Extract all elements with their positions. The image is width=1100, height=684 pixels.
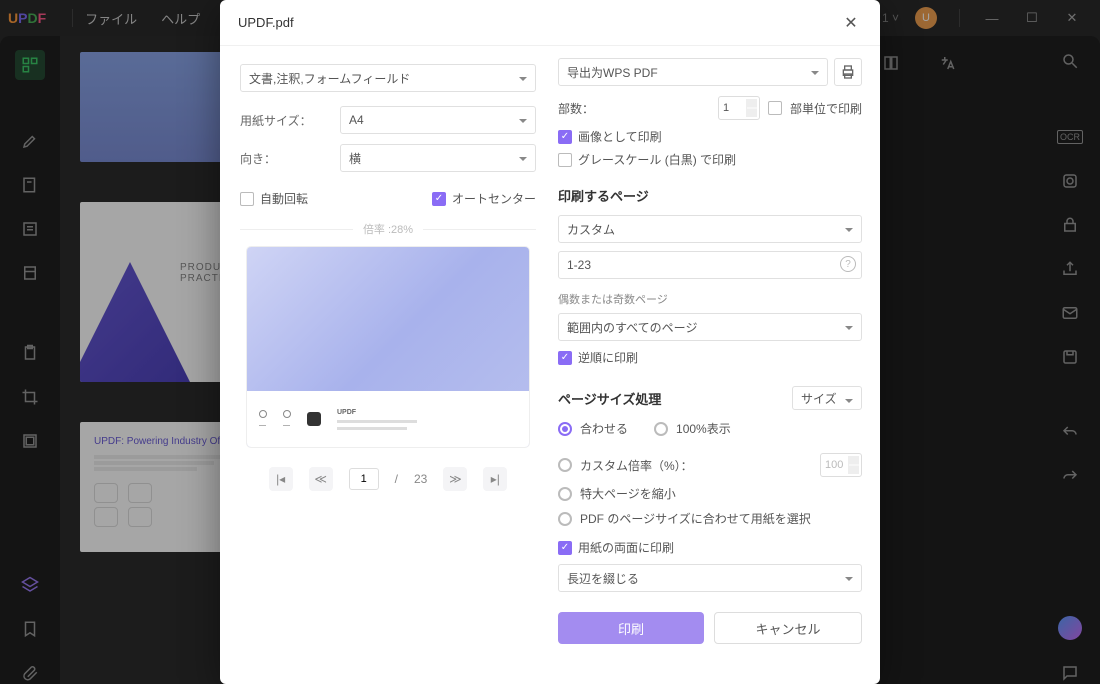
pager-total: 23 <box>414 472 427 486</box>
custom-scale-label: カスタム倍率（%）： <box>580 457 812 474</box>
custom-scale-input[interactable]: 100 <box>820 453 862 477</box>
copies-input[interactable]: 1 <box>718 96 760 120</box>
cancel-button[interactable]: キャンセル <box>714 612 862 644</box>
print-right-panel: 导出为WPS PDF 部数： 1 部単位で印刷 画像として印刷 グレースケール … <box>550 46 880 684</box>
full100-radio[interactable] <box>654 422 668 436</box>
pager-last[interactable]: ▸| <box>483 467 507 491</box>
pager-sep: / <box>395 472 398 486</box>
odd-even-label: 偶数または奇数ページ <box>558 291 862 307</box>
print-button[interactable]: 印刷 <box>558 612 704 644</box>
print-preview: — — UPDF <box>247 247 529 447</box>
grayscale-label: グレースケール (白黒) で印刷 <box>578 151 736 168</box>
auto-rotate-checkbox[interactable] <box>240 192 254 206</box>
duplex-checkbox[interactable] <box>558 541 572 555</box>
collate-checkbox[interactable] <box>768 101 782 115</box>
modal-title: UPDF.pdf <box>238 15 294 30</box>
pager-first[interactable]: |◂ <box>269 467 293 491</box>
print-dialog: UPDF.pdf ✕ 文書,注釈,フォームフィールド 用紙サイズ： A4 向き：… <box>220 0 880 684</box>
choose-paper-label: PDF のページサイズに合わせて用紙を選択 <box>580 510 811 527</box>
auto-center-checkbox[interactable] <box>432 192 446 206</box>
fit-label: 合わせる <box>580 420 628 437</box>
pages-mode-select[interactable]: カスタム <box>558 215 862 243</box>
shrink-radio[interactable] <box>558 487 572 501</box>
size-mode-select[interactable]: サイズ <box>792 386 862 410</box>
print-as-image-label: 画像として印刷 <box>578 128 662 145</box>
info-icon[interactable]: ? <box>840 256 856 272</box>
orientation-label: 向き： <box>240 150 340 167</box>
copies-label: 部数： <box>558 100 710 117</box>
print-as-image-checkbox[interactable] <box>558 130 572 144</box>
preview-pager: |◂ ≪ / 23 ≫ ▸| <box>240 467 536 491</box>
odd-even-select[interactable]: 範囲内のすべてのページ <box>558 313 862 341</box>
pages-section-title: 印刷するページ <box>558 186 862 205</box>
zoom-label: 倍率 :28% <box>353 221 423 237</box>
orientation-select[interactable]: 横 <box>340 144 536 172</box>
paper-size-label: 用紙サイズ： <box>240 112 340 129</box>
full100-label: 100%表示 <box>676 420 731 437</box>
binding-select[interactable]: 長辺を綴じる <box>558 564 862 592</box>
reverse-label: 逆順に印刷 <box>578 349 638 366</box>
grayscale-checkbox[interactable] <box>558 153 572 167</box>
choose-paper-radio[interactable] <box>558 512 572 526</box>
print-content-select[interactable]: 文書,注釈,フォームフィールド <box>240 64 536 92</box>
pager-next[interactable]: ≫ <box>443 467 467 491</box>
paper-size-select[interactable]: A4 <box>340 106 536 134</box>
pager-prev[interactable]: ≪ <box>309 467 333 491</box>
custom-scale-radio[interactable] <box>558 458 572 472</box>
size-section-title: ページサイズ処理 <box>558 389 661 408</box>
reverse-checkbox[interactable] <box>558 351 572 365</box>
hint-arrow <box>550 442 556 492</box>
auto-rotate-label: 自動回転 <box>260 190 308 207</box>
collate-label: 部単位で印刷 <box>790 100 862 117</box>
close-icon[interactable]: ✕ <box>840 12 862 34</box>
modal-header: UPDF.pdf ✕ <box>220 0 880 46</box>
pager-current-input[interactable] <box>349 468 379 490</box>
fit-radio[interactable] <box>558 422 572 436</box>
print-left-panel: 文書,注釈,フォームフィールド 用紙サイズ： A4 向き： 横 自動回転 オート… <box>220 46 550 684</box>
shrink-label: 特大ページを縮小 <box>580 485 676 502</box>
printer-icon[interactable] <box>834 58 862 86</box>
auto-center-label: オートセンター <box>452 190 536 207</box>
printer-select[interactable]: 导出为WPS PDF <box>558 58 828 86</box>
page-range-input[interactable] <box>558 251 862 279</box>
duplex-label: 用紙の両面に印刷 <box>578 539 674 556</box>
